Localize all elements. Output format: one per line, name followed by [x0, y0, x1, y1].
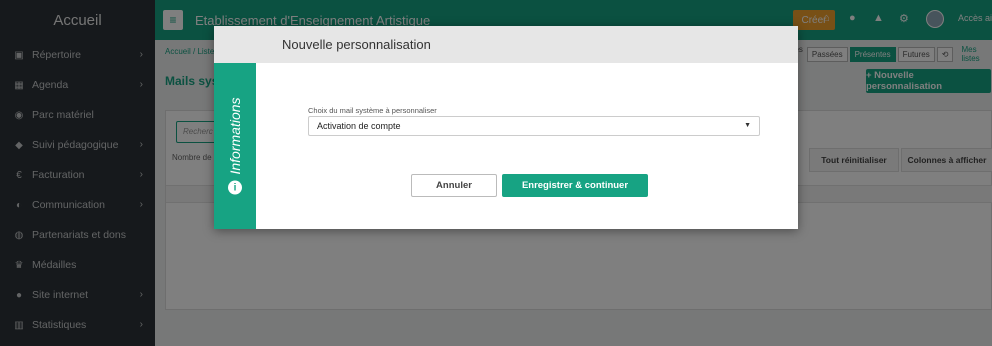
info-side-text: Informations — [227, 97, 243, 175]
modal-header-corner — [214, 26, 256, 63]
customization-modal: Nouvelle personnalisation i Informations… — [214, 26, 798, 229]
cancel-button[interactable]: Annuler — [411, 174, 497, 197]
info-side-label: i Informations — [227, 97, 243, 195]
mail-system-select[interactable]: Activation de compte ▼ — [308, 116, 760, 136]
mail-select-value: Activation de compte — [317, 121, 401, 131]
mail-select-label: Choix du mail système à personnaliser — [308, 106, 437, 115]
modal-info-sidebar: i Informations — [214, 63, 256, 229]
chevron-down-icon: ▼ — [744, 122, 751, 129]
save-continue-button[interactable]: Enregistrer & continuer — [502, 174, 648, 197]
modal-title: Nouvelle personnalisation — [256, 26, 798, 63]
info-icon: i — [228, 180, 242, 195]
